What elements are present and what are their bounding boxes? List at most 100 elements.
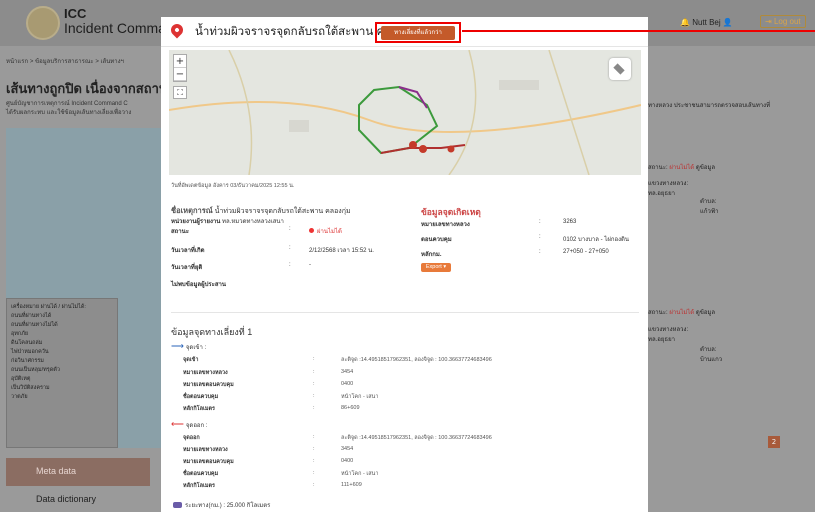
exit-control-name-value: หน้าโคก - เสนา — [341, 471, 379, 477]
user-name[interactable]: 🔔 Nutt Bej 👤 — [680, 18, 733, 27]
exit-km-label: หลักกิโลเมตร — [183, 483, 216, 489]
end-label: วันเวลาที่ยุติ — [171, 265, 203, 271]
km-label: หลักกม. — [421, 252, 442, 258]
legend-item: ถนนเป็นหลุม/ทรุดตัว — [11, 367, 60, 373]
entry-control-name-label: ชื่อตอนควบคุม — [183, 394, 219, 400]
entry-point-value: ละติจูด :14.49518517962351, ลองจิจูด : 1… — [341, 357, 492, 363]
zoom-in-button[interactable]: + — [174, 55, 186, 68]
status-badge: ผ่านไม่ได้ — [309, 226, 342, 236]
entry-point-colon: : — [313, 356, 315, 362]
info-link[interactable]: ดูข้อมูล — [696, 310, 715, 316]
car-icon — [173, 502, 182, 509]
exit-highway-label: หมายเลขทางหลวง — [183, 447, 228, 453]
reporter-row: หน่วยงานผู้รายงาน ทล.หมวดทางหลวงเสนา — [171, 216, 284, 226]
status-label: สถานะ: — [648, 165, 668, 171]
legend-item: ไฟป่าหมอกควัน — [11, 349, 49, 355]
control-label: ตอนควบคุม — [421, 237, 452, 243]
status-colon: : — [289, 226, 291, 232]
control-value: 0102 บางบาล - ไผ่กองดิน — [563, 237, 630, 243]
detour-map[interactable]: + − ⛶ — [169, 50, 641, 175]
description-line1: ศูนย์บัญชาการเหตุการณ์ Incident Command … — [6, 101, 128, 107]
entry-highway-value: 3454 — [341, 369, 354, 375]
entry-km-colon: : — [313, 405, 315, 411]
exit-control-no-value: 0400 — [341, 458, 354, 464]
logout-button[interactable]: ⇥ Log out — [760, 15, 806, 28]
km-value: 27+050 - 27+050 — [563, 249, 609, 255]
map-graphic — [169, 50, 641, 175]
start-value: 2/12/2568 เวลา 15:52 น. — [309, 248, 374, 254]
exit-km-value: 111+609 — [341, 482, 362, 488]
legend-item: อุทกภัย — [11, 331, 29, 337]
zoom-control: + − — [173, 54, 187, 82]
entry-point-label: จุดเข้า — [183, 357, 199, 363]
exit-control-name-colon: : — [313, 470, 315, 476]
data-dictionary-link[interactable]: Data dictionary — [6, 494, 96, 504]
region-value: ทล.อยุธยา — [648, 337, 675, 343]
district-value: บ้านแกว — [700, 357, 723, 363]
status-label: สถานะ — [171, 229, 189, 235]
updated-timestamp: วันที่อัพเดตข้อมูล อังคาร 03/ธันวาคม/202… — [171, 183, 295, 189]
status-label-1: สถานะ: ผ่านไม่ได้ ดูข้อมูล — [648, 162, 715, 172]
incident-label: ชื่อเหตุการณ์ — [171, 206, 213, 215]
entry-highway-colon: : — [313, 369, 315, 375]
district-label: ตำบล: — [700, 199, 717, 205]
exit-control-no-label: หมายเลขตอนควบคุม — [183, 459, 234, 465]
status-label: สถานะ: — [648, 310, 668, 316]
distance-row: ระยะทาง(กม.) : 25.000 กิโลเมตร — [173, 500, 270, 510]
entry-control-no-colon: : — [313, 381, 315, 387]
zoom-out-button[interactable]: − — [174, 68, 186, 81]
incident-modal: น้ำท่วมผิวจราจรจุดกลับรถใต้สะพาน คลองกุ่… — [161, 17, 648, 512]
entry-km-label: หลักกิโลเมตร — [183, 406, 216, 412]
region-info-2: แขวงทางหลวง: ทล.อยุธยา — [648, 324, 688, 344]
exit-point-colon: : — [313, 434, 315, 440]
legend-item: ถนนที่ผ่านทางได้ — [11, 313, 52, 319]
legend-item: อุบัติเหตุ — [11, 376, 31, 382]
export-button[interactable]: Export ▾ — [421, 263, 451, 272]
legend-item: ก่อวินาศกรรม — [11, 358, 44, 364]
previous-detour-button[interactable]: ทางเลี่ยงที่แล้วกว่า — [381, 26, 455, 40]
highway-colon: : — [539, 219, 541, 225]
entry-control-no-value: 0400 — [341, 381, 354, 387]
exit-control-no-colon: : — [313, 458, 315, 464]
map-legend: เครื่องหมาย ผ่านได้ / ผ่านไม่ได้: ถนนที่… — [6, 298, 118, 448]
region-label: แขวงทางหลวง: — [648, 327, 689, 333]
entry-km-value: 86+609 — [341, 405, 360, 411]
info-link[interactable]: ดูข้อมูล — [696, 165, 715, 171]
district-label: ตำบล: — [700, 347, 717, 353]
export-label: Export — [425, 264, 442, 270]
no-coordinator: ไม่พบข้อมูลผู้ประสาน — [171, 282, 226, 288]
region-value: ทล.อยุธยา — [648, 191, 675, 197]
district-value: แก้วฟ้า — [700, 209, 719, 215]
district-info-2: ตำบล: บ้านแกว — [700, 344, 722, 364]
entry-control-name-value: หน้าโคก - เสนา — [341, 394, 379, 400]
status-value: ผ่านไม่ได้ — [317, 229, 342, 235]
reporter-value: ทล.หมวดทางหลวงเสนา — [222, 219, 284, 225]
highway-label: หมายเลขทางหลวง — [421, 222, 470, 228]
location-title: ข้อมูลจุดเกิดเหตุ — [421, 207, 481, 217]
fullscreen-icon[interactable]: ⛶ — [173, 86, 187, 99]
arrow-left-icon: ⟵ — [171, 419, 184, 429]
modal-header: น้ำท่วมผิวจราจรจุดกลับรถใต้สะพาน คลองกุ่… — [161, 17, 648, 47]
end-value: - — [309, 262, 311, 268]
layers-icon[interactable] — [609, 58, 631, 80]
exit-highway-colon: : — [313, 446, 315, 452]
breadcrumb[interactable]: หน้าแรก > ข้อมูลบริการสาธารณะ > เส้นทางฯ — [6, 56, 124, 66]
distance-value: ระยะทาง(กม.) : 25.000 กิโลเมตร — [185, 503, 271, 509]
arrow-right-icon: ⟶ — [171, 341, 184, 351]
divider — [171, 312, 639, 313]
user-name-label: Nutt Bej — [692, 18, 721, 27]
pagination-page[interactable]: 2 — [768, 436, 780, 448]
legend-item: วาตภัย — [11, 394, 28, 400]
status-value: ผ่านไม่ได้ — [669, 310, 695, 316]
start-label: วันเวลาที่เกิด — [171, 248, 205, 254]
entry-heading: ⟶ จุดเข้า : — [171, 341, 206, 352]
status-value: ผ่านไม่ได้ — [669, 165, 695, 171]
detour-title: ข้อมูลจุดทางเลี่ยงที่ 1 — [171, 327, 253, 337]
meta-data-button[interactable]: Meta data — [6, 458, 150, 486]
description-line2: ได้รับผลกระทบ และใช้ข้อมูลเส้นทางเลี่ยงเ… — [6, 110, 132, 116]
region-info-1: แขวงทางหลวง: ทล.อยุธยา — [648, 178, 688, 198]
exit-point-value: ละติจูด :14.49518517962351, ลองจิจูด : 1… — [341, 435, 492, 441]
exit-km-colon: : — [313, 482, 315, 488]
app-logo — [26, 6, 60, 40]
exit-highway-value: 3454 — [341, 446, 354, 452]
